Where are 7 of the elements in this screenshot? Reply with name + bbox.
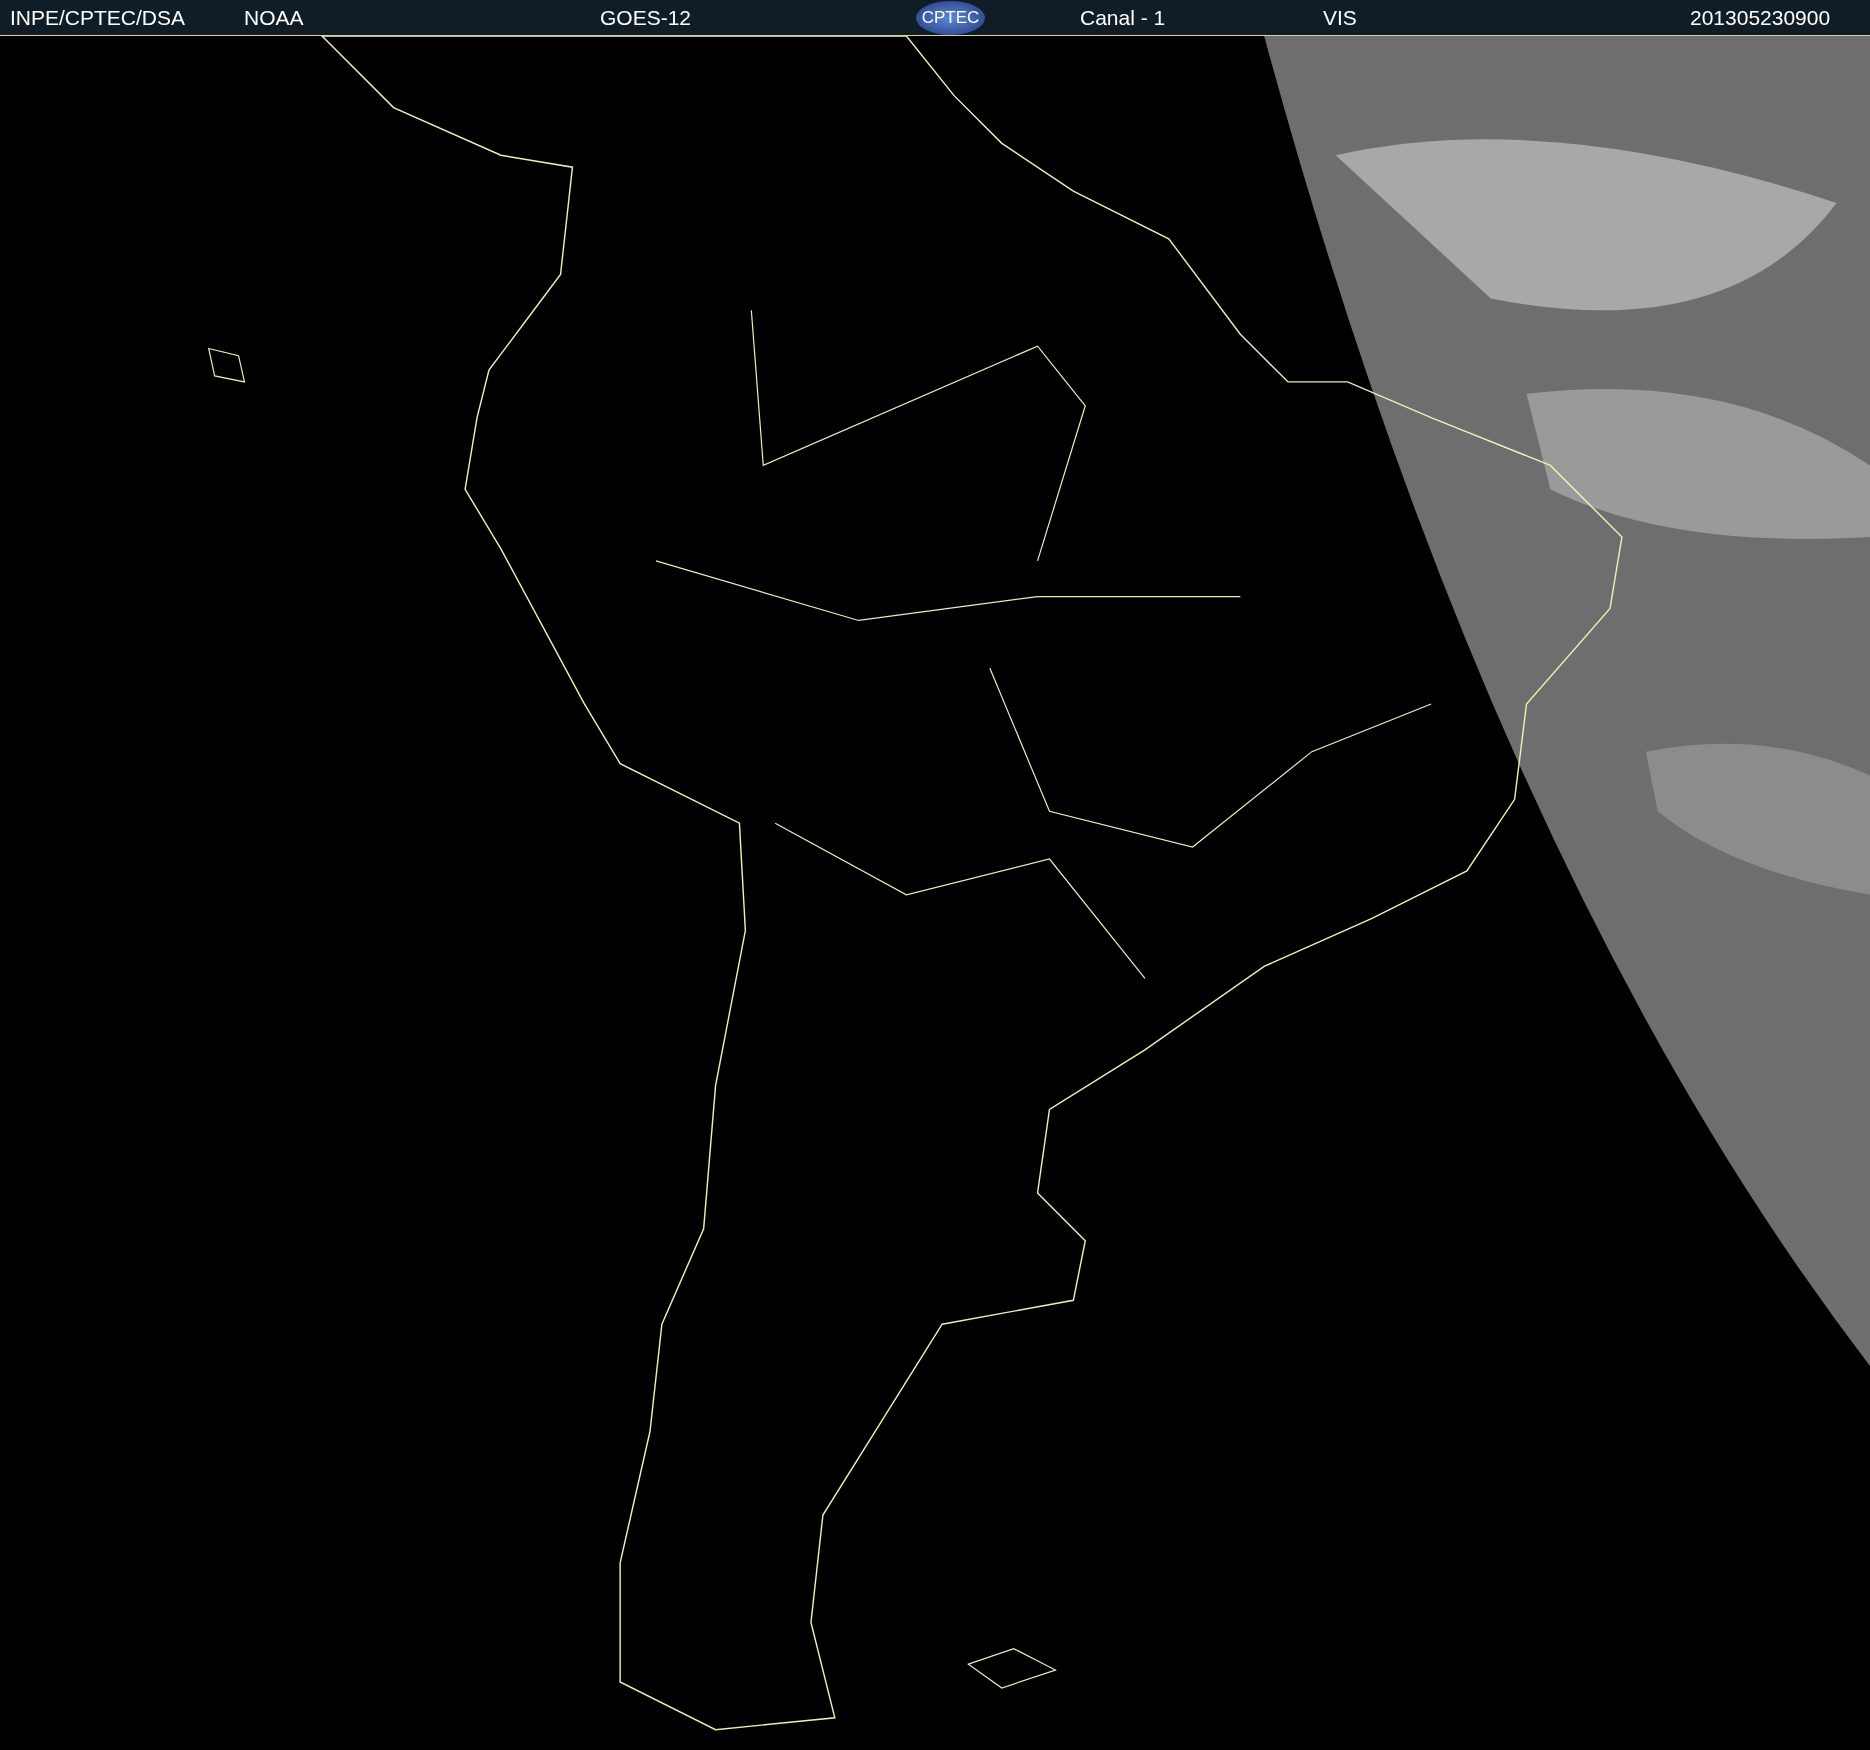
header-label: Canal - 1	[1080, 5, 1166, 30]
header-label: VIS	[1323, 5, 1357, 30]
header-label: NOAA	[244, 5, 304, 30]
header-label: GOES-12	[600, 5, 692, 30]
header-label: INPE/CPTEC/DSA	[10, 5, 186, 30]
header-label: 201305230900	[1690, 5, 1831, 30]
logo: CPTEC	[916, 0, 985, 35]
